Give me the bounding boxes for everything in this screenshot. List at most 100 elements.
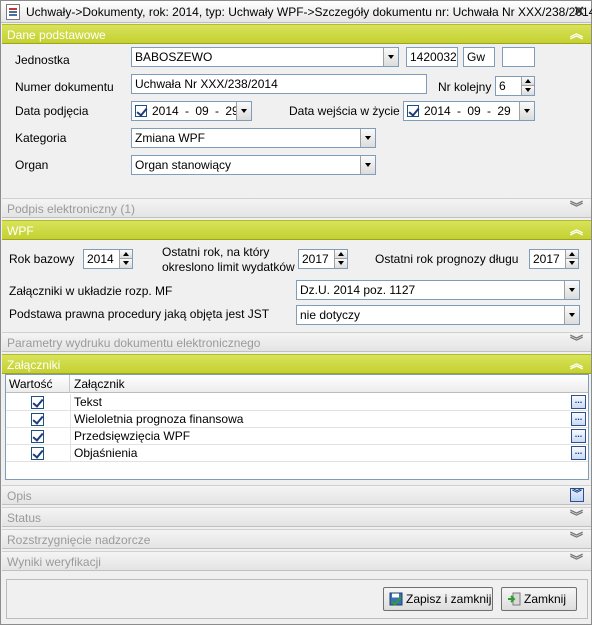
ellipsis-button[interactable]: ... <box>571 429 586 443</box>
expand-chevron-icon[interactable]: ︾ <box>570 531 583 547</box>
dane-podstawowe-panel: Jednostka BABOSZEWO 1420032 Gw Numer dok… <box>2 44 591 197</box>
section-title: Wyniki weryfikacji <box>7 555 101 569</box>
section-header-wyniki-weryfikacji[interactable]: Wyniki weryfikacji ︾ <box>2 551 591 571</box>
row-checkbox[interactable] <box>31 396 44 409</box>
collapse-chevron-icon[interactable]: ︽ <box>570 26 583 42</box>
row-checkbox[interactable] <box>31 447 44 460</box>
row-checkbox[interactable] <box>31 430 44 443</box>
table-row[interactable]: Tekst ... <box>6 394 588 411</box>
row-checkbox[interactable] <box>31 413 44 426</box>
chevron-down-icon[interactable] <box>383 48 398 66</box>
ellipsis-button[interactable]: ... <box>571 446 586 460</box>
data-wejscia-picker[interactable]: 2014 - 09 - 29 <box>403 101 535 121</box>
column-header-wartosc[interactable]: Wartość <box>9 377 53 391</box>
spin-up-icon[interactable] <box>334 250 347 259</box>
data-podjecia-label: Data podjęcia <box>15 104 89 118</box>
jednostka-type-field[interactable]: Gw <box>463 47 495 67</box>
cell-divider <box>70 411 71 428</box>
nr-kolejny-stepper[interactable]: 6 <box>495 76 535 96</box>
ostatni-rok-label-line1: Ostatni rok, na który <box>162 245 270 259</box>
date-enabled-checkbox[interactable] <box>407 105 419 117</box>
spin-down-icon[interactable] <box>334 259 347 268</box>
organ-select[interactable]: Organ stanowiący <box>131 155 376 175</box>
section-header-status[interactable]: Status ︾ <box>2 507 591 527</box>
section-title: Dane podstawowe <box>7 28 106 42</box>
kategoria-select[interactable]: Zmiana WPF <box>131 128 376 148</box>
section-header-opis[interactable]: Opis ︾ <box>2 485 591 505</box>
chevron-down-icon[interactable] <box>564 281 579 299</box>
numer-dokumentu-field[interactable]: Uchwała Nr XXX/238/2014 <box>131 74 427 94</box>
prognoza-dlugu-label: Ostatni rok prognozy długu <box>375 252 519 266</box>
data-podjecia-picker[interactable]: 2014 - 09 - 29 <box>131 101 252 121</box>
nr-kolejny-value: 6 <box>499 79 506 93</box>
jednostka-label: Jednostka <box>15 53 70 67</box>
table-row[interactable]: Objaśnienia ... <box>6 445 588 462</box>
spin-up-icon[interactable] <box>565 250 578 259</box>
data-wejscia-value: 2014 - 09 - 29 <box>424 104 511 118</box>
attachment-name: Przedsięwzięcia WPF <box>74 429 191 443</box>
section-title: Opis <box>7 489 32 503</box>
ellipsis-button[interactable]: ... <box>571 412 586 426</box>
section-title: Parametry wydruku dokumentu elektroniczn… <box>7 336 261 350</box>
section-header-parametry-wydruku[interactable]: Parametry wydruku dokumentu elektroniczn… <box>2 332 591 352</box>
ostatni-rok-label-line2: okreslono limit wydatków <box>162 260 295 274</box>
spin-down-icon[interactable] <box>521 86 534 95</box>
prognoza-dlugu-stepper[interactable]: 2017 <box>529 249 579 269</box>
collapse-chevron-icon[interactable]: ︽ <box>570 222 583 238</box>
spin-down-icon[interactable] <box>119 259 132 268</box>
save-and-close-button[interactable]: Zapisz i zamknij <box>383 587 493 611</box>
section-header-rozstrzygniecie-nadzorcze[interactable]: Rozstrzygnięcie nadzorcze ︾ <box>2 529 591 549</box>
spin-up-icon[interactable] <box>119 250 132 259</box>
chevron-down-icon[interactable] <box>564 306 579 324</box>
section-header-dane-podstawowe[interactable]: Dane podstawowe ︽ <box>2 24 591 44</box>
rok-bazowy-stepper[interactable]: 2014 <box>83 249 133 269</box>
footer-bar: Zapisz i zamknij Zamknij <box>6 579 588 619</box>
expand-chevron-icon[interactable]: ︾ <box>570 509 583 525</box>
spin-up-icon[interactable] <box>521 77 534 86</box>
ostatni-rok-stepper[interactable]: 2017 <box>298 249 348 269</box>
document-icon <box>6 4 20 20</box>
organ-value: Organ stanowiący <box>135 158 232 172</box>
collapse-chevron-icon[interactable]: ︽ <box>570 356 583 372</box>
zalaczniki-mf-label: Załączniki w układzie rozp. MF <box>9 284 173 298</box>
attachment-name: Wieloletnia prognoza finansowa <box>74 412 244 426</box>
section-header-podpis-elektroniczny[interactable]: Podpis elektroniczny (1) ︾ <box>2 198 591 218</box>
expand-chevron-icon[interactable]: ︾ <box>570 334 583 350</box>
title-bar: Uchwały->Dokumenty, rok: 2014, typ: Uchw… <box>1 1 592 23</box>
section-header-zalaczniki[interactable]: Załączniki ︽ <box>2 354 591 374</box>
save-icon <box>389 592 403 606</box>
ellipsis-button[interactable]: ... <box>571 395 586 409</box>
chevron-down-icon[interactable] <box>360 129 375 147</box>
cell-divider <box>70 394 71 411</box>
close-button[interactable]: Zamknij <box>501 587 577 611</box>
column-header-zalacznik[interactable]: Załącznik <box>74 377 125 391</box>
date-enabled-checkbox[interactable] <box>135 105 147 117</box>
section-header-wpf[interactable]: WPF ︽ <box>2 220 591 240</box>
jednostka-extra-field[interactable] <box>502 47 535 67</box>
expand-chevron-icon[interactable]: ︾ <box>570 488 584 502</box>
grid-header: Wartość Załącznik <box>6 375 588 393</box>
zalaczniki-mf-select[interactable]: Dz.U. 2014 poz. 1127 <box>296 280 580 300</box>
data-wejscia-label: Data wejścia w życie <box>289 104 400 118</box>
exit-icon <box>508 592 521 606</box>
zalaczniki-mf-value: Dz.U. 2014 poz. 1127 <box>300 283 416 297</box>
rok-bazowy-value: 2014 <box>87 252 114 266</box>
chevron-down-icon[interactable] <box>236 102 251 120</box>
podstawa-prawna-label: Podstawa prawna procedury jaką objęta je… <box>9 307 270 321</box>
chevron-down-icon[interactable] <box>360 156 375 174</box>
expand-chevron-icon[interactable]: ︾ <box>570 553 583 569</box>
rok-bazowy-label: Rok bazowy <box>9 252 75 266</box>
column-divider[interactable] <box>69 375 70 393</box>
spin-down-icon[interactable] <box>565 259 578 268</box>
expand-chevron-icon[interactable]: ︾ <box>570 200 583 216</box>
chevron-down-icon[interactable] <box>519 102 534 120</box>
table-row[interactable]: Wieloletnia prognoza finansowa ... <box>6 411 588 428</box>
section-title: WPF <box>7 224 34 238</box>
jednostka-select[interactable]: BABOSZEWO <box>131 47 399 67</box>
prognoza-dlugu-value: 2017 <box>533 252 560 266</box>
podstawa-prawna-select[interactable]: nie dotyczy <box>296 305 580 325</box>
kategoria-value: Zmiana WPF <box>135 131 206 145</box>
jednostka-code-field[interactable]: 1420032 <box>406 47 458 67</box>
close-icon[interactable]: ✕ <box>573 3 585 20</box>
table-row[interactable]: Przedsięwzięcia WPF ... <box>6 428 588 445</box>
